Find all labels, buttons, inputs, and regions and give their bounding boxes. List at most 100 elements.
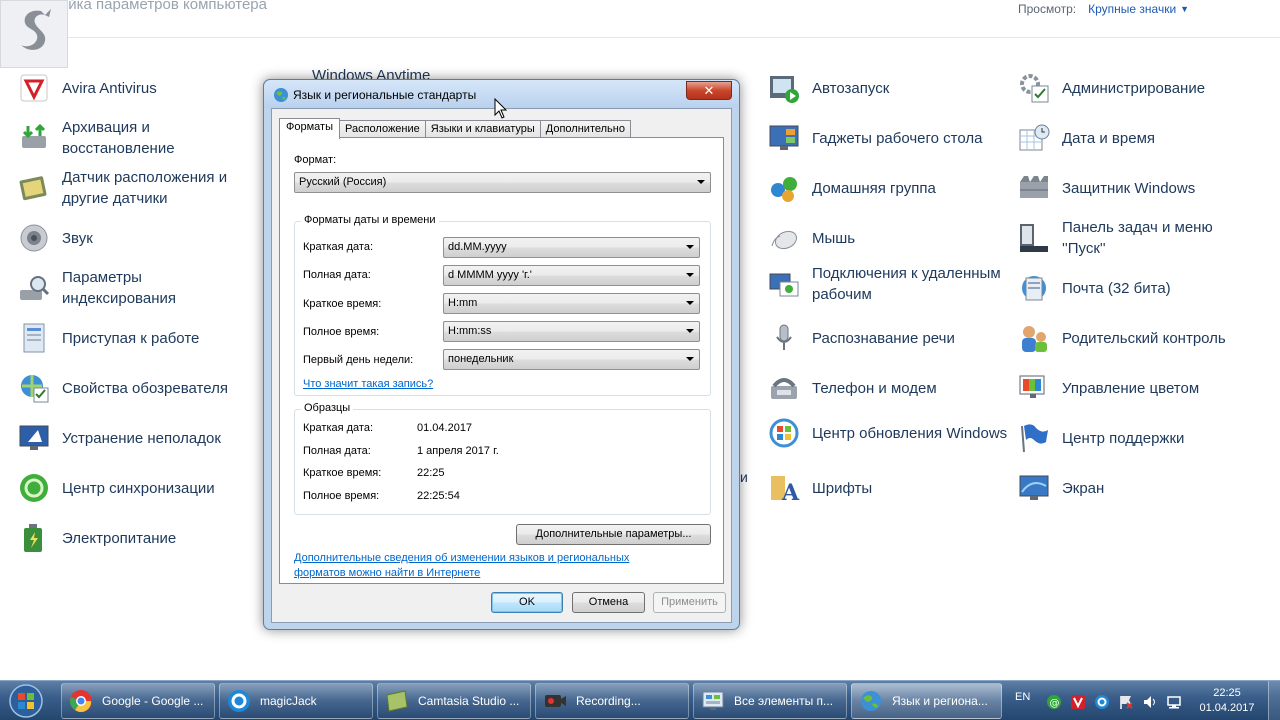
additional-settings-button[interactable]: Дополнительные параметры... (516, 524, 711, 545)
cp-item-homegroup[interactable]: Домашняя группа (768, 172, 1008, 204)
first-day-select[interactable]: понедельник (443, 349, 700, 370)
chevron-down-icon (686, 357, 694, 361)
first-day-label: Первый день недели: (303, 354, 414, 366)
cp-item-label: Датчик расположения и другие датчики (62, 169, 228, 207)
taskbar-item-label: Язык и региона... (892, 694, 988, 708)
view-dropdown[interactable]: Крупные значки ▼ (1088, 2, 1189, 16)
taskbar-item-label: Все элементы п... (734, 694, 834, 708)
system-clock[interactable]: 22:25 01.04.2017 (1192, 686, 1262, 716)
cp-item-label: Параметры индексирования (62, 269, 176, 307)
taskbar-item-region-dialog[interactable]: Язык и региона... (851, 683, 1002, 719)
cp-item-admin-tools[interactable]: Администрирование (1018, 72, 1258, 104)
cp-item-label: Почта (32 бита) (1062, 279, 1171, 297)
admin-tools-icon (1018, 72, 1050, 104)
short-time-label: Краткое время: (303, 298, 382, 310)
network-icon[interactable] (1166, 694, 1182, 710)
cp-item-speech-recognition[interactable]: Распознавание речи (768, 322, 1008, 354)
cp-item-sound[interactable]: Звук (18, 222, 258, 254)
first-day-value: понедельник (448, 353, 514, 365)
sample-short-date-value: 01.04.2017 (417, 422, 473, 434)
cp-item-label: Приступая к работе (62, 329, 200, 347)
cp-item-fonts[interactable]: A Шрифты (768, 472, 1008, 504)
cp-item-power-options[interactable]: Электропитание (18, 522, 258, 554)
show-desktop-button[interactable] (1268, 681, 1280, 720)
cp-item-location-sensors[interactable]: Датчик расположения и другие датчики (18, 167, 258, 209)
chevron-down-icon (686, 329, 694, 333)
taskbar-item-magicjack[interactable]: magicJack (219, 683, 373, 719)
close-button[interactable]: ✕ (686, 81, 732, 100)
cp-item-sync-center[interactable]: Центр синхронизации (18, 472, 258, 504)
cp-item-label: Распознавание речи (812, 329, 955, 347)
more-info-link-line2[interactable]: форматов можно найти в Интернете (294, 567, 480, 579)
magicjack-tray-icon[interactable] (1094, 694, 1110, 710)
cp-item-backup[interactable]: Архивация и восстановление (18, 117, 258, 159)
clock-date: 01.04.2017 (1199, 702, 1255, 714)
cp-item-internet-options[interactable]: Свойства обозревателя (18, 372, 258, 404)
indexing-icon (18, 272, 50, 304)
cp-item-remote-desktop[interactable]: Подключения к удаленным рабочим (768, 263, 1008, 305)
cp-item-display[interactable]: Экран (1018, 472, 1258, 504)
action-center-flag-icon[interactable] (1118, 694, 1134, 710)
short-date-select[interactable]: dd.MM.yyyy (443, 237, 700, 258)
language-indicator[interactable]: EN (1015, 691, 1030, 703)
cp-item-autoplay[interactable]: Автозапуск (768, 72, 1008, 104)
mail-icon (1018, 272, 1050, 304)
cp-item-mouse[interactable]: Мышь (768, 222, 1008, 254)
cp-item-label: Управление цветом (1062, 379, 1200, 397)
cp-item-windows-update[interactable]: Центр обновления Windows (768, 417, 1008, 449)
more-info-link-line1[interactable]: Дополнительные сведения об изменении язы… (294, 552, 629, 564)
cp-item-mail[interactable]: Почта (32 бита) (1018, 272, 1258, 304)
notation-help-link[interactable]: Что значит такая запись? (303, 378, 433, 390)
long-date-select[interactable]: d MMMM yyyy 'г.' (443, 265, 700, 286)
avira-tray-icon[interactable] (1070, 694, 1086, 710)
cp-item-label: Телефон и модем (812, 379, 937, 397)
cp-item-defender[interactable]: Защитник Windows (1018, 172, 1258, 204)
cp-item-troubleshooting[interactable]: Устранение неполадок (18, 422, 258, 454)
background-text-fragment: и (740, 469, 748, 485)
short-time-value: H:mm (448, 297, 478, 309)
location-sensor-icon (18, 172, 50, 204)
recording-icon (542, 688, 568, 714)
ok-button[interactable]: OK (491, 592, 563, 613)
sample-long-date-label: Полная дата: (303, 445, 371, 457)
cp-item-parental-control[interactable]: Родительский контроль (1018, 322, 1258, 354)
display-icon (1018, 472, 1050, 504)
cp-item-taskbar-start[interactable]: Панель задач и меню ''Пуск'' (1018, 217, 1258, 259)
sample-long-date-value: 1 апреля 2017 г. (417, 445, 499, 457)
chevron-down-icon (686, 273, 694, 277)
cp-item-color-management[interactable]: Управление цветом (1018, 372, 1258, 404)
format-select[interactable]: Русский (Россия) (294, 172, 711, 193)
cp-item-label: Центр синхронизации (62, 479, 215, 497)
cp-item-avira[interactable]: Avira Antivirus (18, 72, 258, 104)
tab-formats[interactable]: Форматы (279, 118, 340, 139)
volume-icon[interactable] (1142, 694, 1158, 710)
fonts-icon: A (768, 472, 800, 504)
taskbar-item-chrome[interactable]: Google - Google ... (61, 683, 215, 719)
chrome-icon (68, 688, 94, 714)
short-time-select[interactable]: H:mm (443, 293, 700, 314)
cp-item-gadgets[interactable]: Гаджеты рабочего стола (768, 122, 1008, 154)
region-dialog: Язык и региональные стандарты ✕ Форматы … (263, 79, 740, 630)
power-options-icon (18, 522, 50, 554)
cp-item-getting-started[interactable]: Приступая к работе (18, 322, 258, 354)
globe-icon (858, 688, 884, 714)
green-status-icon[interactable]: @ (1046, 694, 1062, 710)
view-label: Просмотр: (1018, 2, 1077, 16)
chevron-down-icon (686, 245, 694, 249)
taskbar-item-label: magicJack (260, 694, 317, 708)
sample-long-time-label: Полное время: (303, 490, 380, 502)
clock-time: 22:25 (1213, 687, 1241, 699)
cp-item-phone-modem[interactable]: Телефон и модем (768, 372, 1008, 404)
taskbar-item-recording[interactable]: Recording... (535, 683, 689, 719)
start-button[interactable] (6, 683, 50, 719)
taskbar-item-camtasia[interactable]: Camtasia Studio ... (377, 683, 531, 719)
cp-item-label: Администрирование (1062, 79, 1206, 97)
apply-button[interactable]: Применить (653, 592, 726, 613)
chevron-down-icon (686, 301, 694, 305)
cp-item-indexing[interactable]: Параметры индексирования (18, 267, 258, 309)
cp-item-date-time[interactable]: Дата и время (1018, 122, 1258, 154)
cp-item-action-center[interactable]: Центр поддержки (1018, 422, 1258, 454)
cancel-button[interactable]: Отмена (572, 592, 645, 613)
long-time-select[interactable]: H:mm:ss (443, 321, 700, 342)
taskbar-item-control-panel[interactable]: Все элементы п... (693, 683, 847, 719)
